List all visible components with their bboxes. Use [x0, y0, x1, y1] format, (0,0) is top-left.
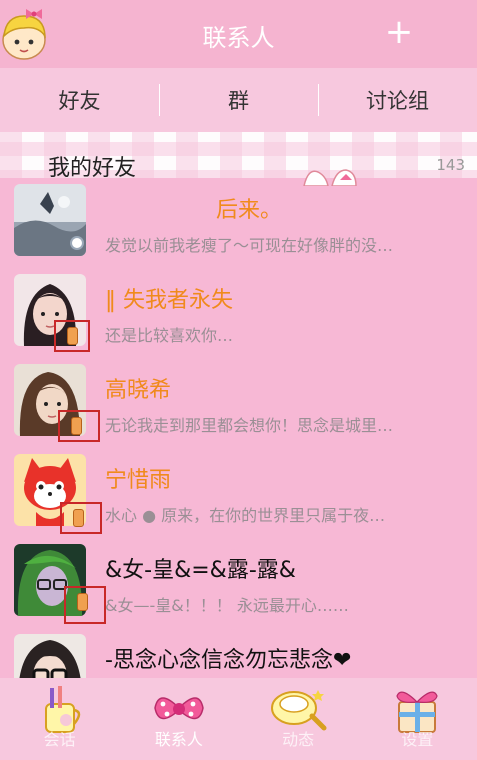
tab-groups[interactable]: 群: [159, 68, 318, 132]
add-contact-button[interactable]: +: [381, 12, 417, 52]
contact-signature: 水心 ● 原来，在你的世界里只属于夜…: [105, 506, 386, 525]
bottom-nav: 会话 联系人 动态 设置: [0, 678, 477, 760]
mobile-online-icon: [60, 502, 102, 534]
contact-row[interactable]: 后来。 发觉以前我老瘦了～可现在好像胖的没…: [0, 178, 477, 268]
contact-signature: 还是比较喜欢你…: [105, 326, 234, 345]
contact-row[interactable]: 宁惜雨 水心 ● 原来，在你的世界里只属于夜…: [0, 448, 477, 538]
contact-list[interactable]: 后来。 发觉以前我老瘦了～可现在好像胖的没… ‖ 失我者永失 还是比较喜欢你…: [0, 178, 477, 678]
nav-label: 会话: [43, 730, 76, 749]
contact-tabs: 好友 群 讨论组: [0, 68, 477, 132]
contact-signature: 无论我走到那里都会想你！思念是城里…: [105, 416, 394, 435]
contact-name: 宁惜雨: [105, 468, 172, 493]
contact-row[interactable]: -思念心念信念勿忘悲念❤: [0, 628, 477, 678]
nav-feeds[interactable]: 动态: [239, 678, 358, 760]
contact-name: &女-皇&=&露-露&: [105, 558, 296, 583]
contact-signature: 发觉以前我老瘦了～可现在好像胖的没…: [105, 236, 394, 255]
mobile-online-icon: [54, 320, 90, 352]
contact-row[interactable]: 高晓希 无论我走到那里都会想你！思念是城里…: [0, 358, 477, 448]
group-count: 143: [436, 156, 465, 174]
group-title: 我的好友: [48, 156, 137, 181]
tab-friends[interactable]: 好友: [0, 68, 159, 132]
nav-settings[interactable]: 设置: [358, 678, 477, 760]
cat-ears-icon: [303, 169, 357, 186]
contact-name: -思念心念信念勿忘悲念❤: [105, 648, 352, 673]
contact-name: 后来。: [216, 198, 283, 223]
contact-name: ‖ 失我者永失: [105, 288, 233, 313]
contact-avatar: [14, 634, 86, 678]
contact-row[interactable]: &女-皇&=&露-露& &女—-皇&！！！ 永远最开心……: [0, 538, 477, 628]
contact-signature: &女—-皇&！！！ 永远最开心……: [105, 596, 349, 615]
contact-row[interactable]: ‖ 失我者永失 还是比较喜欢你…: [0, 268, 477, 358]
clock-icon: [70, 236, 84, 250]
contact-name: 高晓希: [105, 378, 172, 403]
nav-label: 设置: [401, 730, 434, 749]
nav-label: 联系人: [154, 730, 203, 749]
nav-label: 动态: [282, 730, 315, 749]
nav-conversations[interactable]: 会话: [0, 678, 119, 760]
mobile-online-icon: [64, 586, 106, 624]
mobile-online-icon: [58, 410, 100, 442]
header-bar: 联系人 +: [0, 0, 477, 68]
nav-contacts[interactable]: 联系人: [119, 678, 238, 760]
tab-discussions[interactable]: 讨论组: [318, 68, 477, 132]
